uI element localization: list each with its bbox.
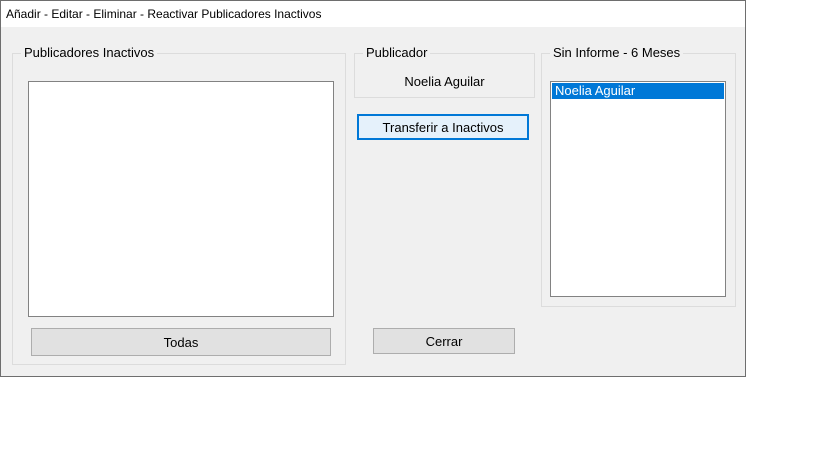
close-button[interactable]: Cerrar	[373, 328, 515, 354]
no-report-legend: Sin Informe - 6 Meses	[550, 45, 684, 60]
transfer-to-inactive-button[interactable]: Transferir a Inactivos	[357, 114, 529, 140]
inactive-publishers-legend: Publicadores Inactivos	[21, 45, 158, 60]
window-title: Añadir - Editar - Eliminar - Reactivar P…	[1, 1, 745, 27]
publisher-name: Noelia Aguilar	[404, 74, 485, 89]
inactive-publishers-list[interactable]	[28, 81, 334, 317]
dialog-window: Añadir - Editar - Eliminar - Reactivar P…	[0, 0, 746, 377]
no-report-list[interactable]: Noelia Aguilar	[550, 81, 726, 297]
list-item[interactable]: Noelia Aguilar	[552, 83, 724, 99]
all-button[interactable]: Todas	[31, 328, 331, 356]
publisher-legend: Publicador	[363, 45, 431, 60]
